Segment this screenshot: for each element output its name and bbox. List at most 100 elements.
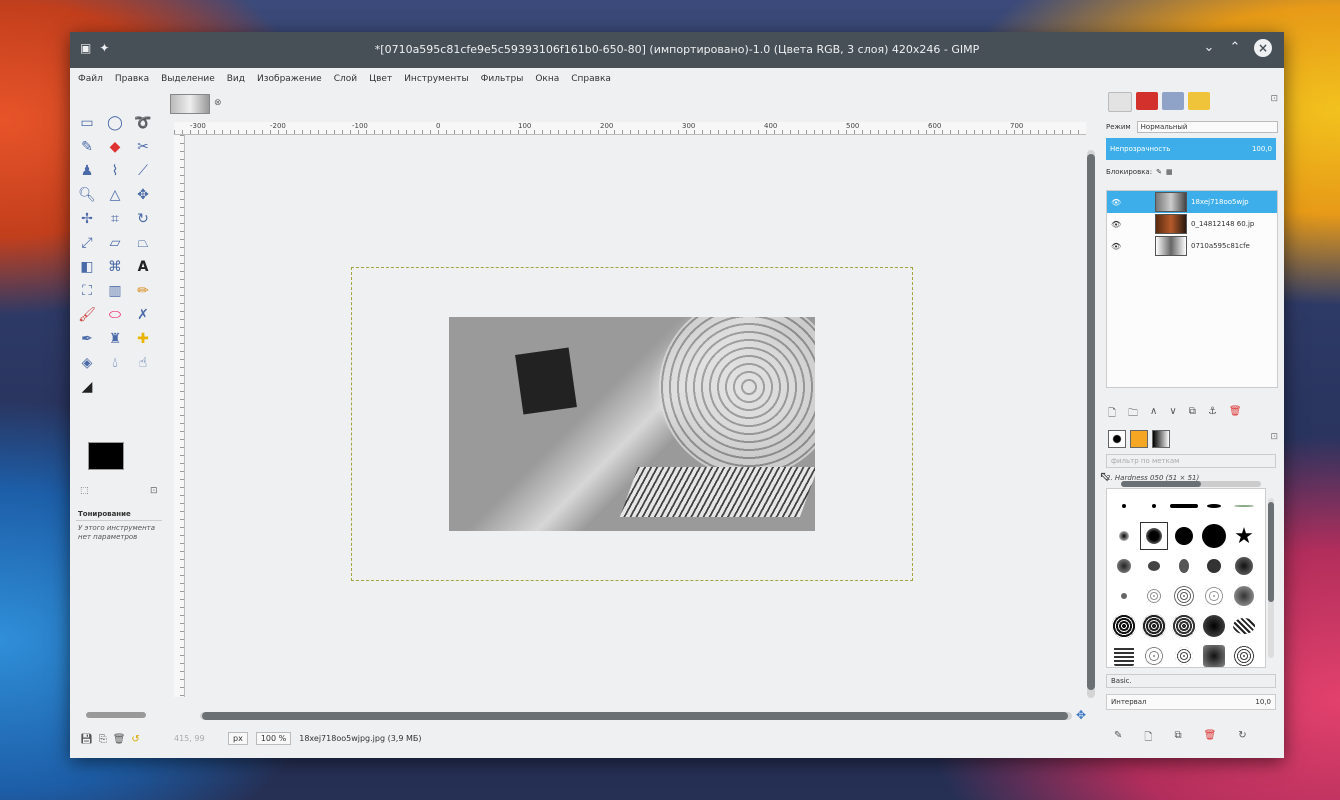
lock-alpha-icon[interactable]: ▦ xyxy=(1166,168,1173,176)
restore-preset-icon[interactable]: ⎘ xyxy=(99,734,107,745)
menu-image[interactable]: Изображение xyxy=(255,73,324,89)
paintbrush-icon[interactable]: 🖌︎ xyxy=(76,304,98,326)
brush-preview-icon[interactable]: ⬚ xyxy=(80,486,89,496)
brush-swatch[interactable] xyxy=(1110,612,1138,640)
close-tab-icon[interactable]: ⊗ xyxy=(214,98,222,108)
minimize-button[interactable]: ⌄ xyxy=(1202,41,1216,55)
brushes-menu-icon[interactable]: ⊡ xyxy=(1270,432,1278,442)
ink-icon[interactable]: ✒ xyxy=(76,328,98,350)
vertical-scroll-thumb[interactable] xyxy=(1087,154,1095,690)
new-brush-icon[interactable]: 🗋︎ xyxy=(1144,730,1152,747)
brush-swatch[interactable] xyxy=(1140,612,1168,640)
free-select-icon[interactable]: ➰ xyxy=(132,112,154,134)
blur-icon[interactable]: 💧︎ xyxy=(104,352,126,374)
duplicate-layer-icon[interactable]: ⧉ xyxy=(1189,406,1196,423)
perspective-icon[interactable]: ⏢ xyxy=(132,232,154,254)
zoom-select[interactable]: 100 % xyxy=(255,731,292,745)
vertical-ruler[interactable] xyxy=(174,135,185,697)
menu-view[interactable]: Вид xyxy=(225,73,247,89)
text-icon[interactable]: A xyxy=(132,256,154,278)
spacing-spinner[interactable]: Интервал 10,0 xyxy=(1106,694,1276,710)
brush-swatch[interactable] xyxy=(1230,492,1258,520)
brush-swatch[interactable] xyxy=(1170,552,1198,580)
brush-tag-filter[interactable]: фильтр по меткам xyxy=(1106,454,1276,468)
menu-help[interactable]: Справка xyxy=(569,73,613,89)
brush-swatch[interactable] xyxy=(1110,552,1138,580)
mode-select[interactable]: Нормальный xyxy=(1136,121,1278,133)
patterns-tab-icon[interactable] xyxy=(1130,430,1148,448)
horizontal-ruler[interactable]: -300 -200 -100 0 100 200 300 400 500 600… xyxy=(174,122,1086,135)
window-menu[interactable]: ▣ ✦ xyxy=(80,41,109,55)
bucket-fill-icon[interactable]: ⛶ xyxy=(76,280,98,302)
shear-icon[interactable]: ▱ xyxy=(104,232,126,254)
duplicate-brush-icon[interactable]: ⧉ xyxy=(1174,730,1181,747)
color-select-icon[interactable]: ◆ xyxy=(104,136,126,158)
toolbox-scrollbar[interactable] xyxy=(86,712,146,718)
eraser-icon[interactable]: ⬭ xyxy=(104,304,126,326)
brush-swatch[interactable] xyxy=(1200,642,1228,670)
gradient-icon[interactable]: ▥ xyxy=(104,280,126,302)
title-bar[interactable]: ▣ ✦ *[0710a595c81cfe9e5c59393106f161b0-6… xyxy=(70,32,1284,68)
save-preset-icon[interactable]: 💾︎ xyxy=(80,734,93,745)
heal-icon[interactable]: ✚ xyxy=(132,328,154,350)
color-picker-icon[interactable]: ⟋ xyxy=(132,160,154,182)
image-content[interactable] xyxy=(449,317,815,531)
menu-filters[interactable]: Фильтры xyxy=(479,73,526,89)
brush-swatch[interactable] xyxy=(1230,642,1258,670)
dodge-burn-icon[interactable]: ◢ xyxy=(76,376,98,398)
lower-layer-icon[interactable]: ∨ xyxy=(1169,406,1176,423)
visibility-eye-icon[interactable]: 👁︎ xyxy=(1111,220,1151,229)
zoom-icon[interactable]: 🔍︎ xyxy=(76,184,98,206)
menu-tools[interactable]: Инструменты xyxy=(402,73,470,89)
new-group-icon[interactable]: 🗀︎ xyxy=(1128,406,1138,423)
unit-select[interactable]: px xyxy=(228,731,248,745)
brush-swatch[interactable] xyxy=(1200,612,1228,640)
navigate-icon[interactable]: ✥ xyxy=(1076,708,1086,722)
menu-select[interactable]: Выделение xyxy=(159,73,217,89)
brushes-scrollbar[interactable] xyxy=(1268,498,1274,658)
menu-layer[interactable]: Слой xyxy=(332,73,359,89)
brush-swatch[interactable] xyxy=(1230,552,1258,580)
anchor-layer-icon[interactable]: ⚓︎ xyxy=(1208,406,1217,423)
layer-item[interactable]: 👁︎ 0710a595c81cfe xyxy=(1107,235,1277,257)
brush-swatch[interactable] xyxy=(1170,612,1198,640)
channels-tab-icon[interactable] xyxy=(1136,92,1158,110)
paths-icon[interactable]: ⌇ xyxy=(104,160,126,182)
layer-item[interactable]: 👁︎ 0_14812148 60.jp xyxy=(1107,213,1277,235)
refresh-brushes-icon[interactable]: ↻ xyxy=(1238,730,1246,747)
brush-swatch[interactable] xyxy=(1110,582,1138,610)
canvas-horizontal-scrollbar[interactable] xyxy=(200,712,1072,720)
image-canvas[interactable]: ⇖ xyxy=(185,135,1111,697)
image-tab-thumbnail[interactable] xyxy=(170,94,210,114)
color-swatches[interactable] xyxy=(88,442,144,486)
menu-file[interactable]: Файл xyxy=(76,73,105,89)
pin-icon[interactable]: ✦ xyxy=(99,41,109,55)
new-layer-icon[interactable]: 🗋︎ xyxy=(1108,406,1116,423)
tool-options-menu-icon[interactable]: ⊡ xyxy=(150,486,158,496)
measure-icon[interactable]: △ xyxy=(104,184,126,206)
ellipse-select-icon[interactable]: ◯ xyxy=(104,112,126,134)
cage-icon[interactable]: ⌘ xyxy=(104,256,126,278)
brush-swatch[interactable] xyxy=(1110,522,1138,550)
brush-swatch[interactable] xyxy=(1170,492,1198,520)
brush-swatch[interactable] xyxy=(1200,492,1228,520)
dock-menu-icon[interactable]: ⊡ xyxy=(1270,94,1278,104)
crop-icon[interactable]: ⌗ xyxy=(104,208,126,230)
maximize-button[interactable]: ⌃ xyxy=(1228,41,1242,55)
move-icon[interactable]: ✥ xyxy=(132,184,154,206)
layers-tab-icon[interactable] xyxy=(1108,92,1132,112)
brush-swatch[interactable] xyxy=(1170,582,1198,610)
visibility-eye-icon[interactable]: 👁︎ xyxy=(1111,198,1151,207)
brush-swatch[interactable] xyxy=(1170,642,1198,670)
brushes-scroll-thumb[interactable] xyxy=(1268,502,1274,602)
foreground-color[interactable] xyxy=(88,442,124,470)
brush-preset-select[interactable]: Basic. xyxy=(1106,674,1276,688)
rect-select-icon[interactable]: ▭ xyxy=(76,112,98,134)
align-icon[interactable]: ✢ xyxy=(76,208,98,230)
paths-tab-icon[interactable] xyxy=(1162,92,1184,110)
brush-swatch[interactable] xyxy=(1200,582,1228,610)
brush-swatch[interactable] xyxy=(1140,582,1168,610)
edit-brush-icon[interactable]: ✎ xyxy=(1114,730,1122,747)
menu-edit[interactable]: Правка xyxy=(113,73,151,89)
brush-swatch[interactable] xyxy=(1170,522,1198,550)
